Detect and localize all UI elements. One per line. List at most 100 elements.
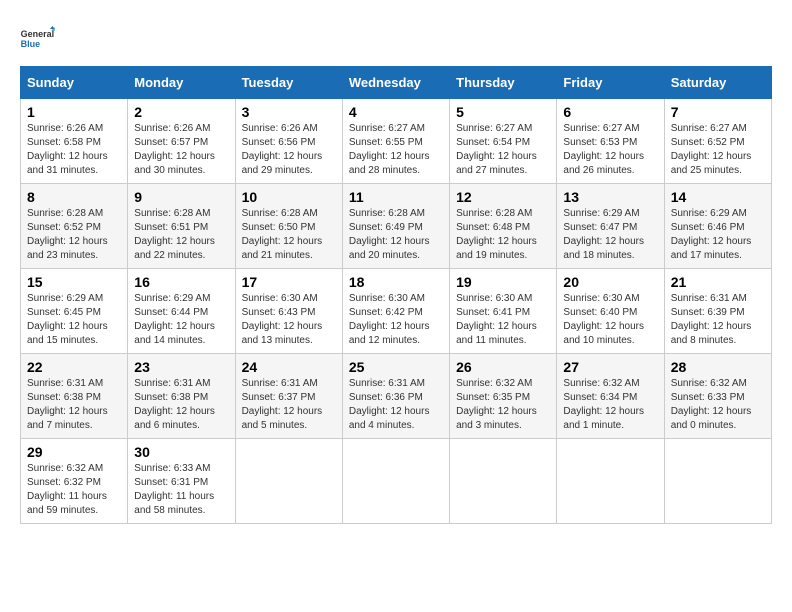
day-number: 28 <box>671 359 765 375</box>
day-detail: Sunrise: 6:29 AM Sunset: 6:46 PM Dayligh… <box>671 207 765 263</box>
day-cell-22: 22 Sunrise: 6:31 AM Sunset: 6:38 PM Dayl… <box>21 354 128 439</box>
day-cell-12: 12 Sunrise: 6:28 AM Sunset: 6:48 PM Dayl… <box>450 184 557 269</box>
day-detail: Sunrise: 6:26 AM Sunset: 6:56 PM Dayligh… <box>242 122 336 178</box>
day-number: 11 <box>349 189 443 205</box>
day-number: 7 <box>671 104 765 120</box>
svg-text:General: General <box>21 29 55 39</box>
day-detail: Sunrise: 6:32 AM Sunset: 6:34 PM Dayligh… <box>563 377 657 433</box>
empty-cell <box>450 439 557 524</box>
logo-svg: General Blue <box>20 20 56 56</box>
empty-cell <box>664 439 771 524</box>
empty-cell <box>557 439 664 524</box>
day-cell-3: 3 Sunrise: 6:26 AM Sunset: 6:56 PM Dayli… <box>235 99 342 184</box>
day-detail: Sunrise: 6:30 AM Sunset: 6:40 PM Dayligh… <box>563 292 657 348</box>
day-detail: Sunrise: 6:31 AM Sunset: 6:36 PM Dayligh… <box>349 377 443 433</box>
day-detail: Sunrise: 6:29 AM Sunset: 6:47 PM Dayligh… <box>563 207 657 263</box>
day-cell-13: 13 Sunrise: 6:29 AM Sunset: 6:47 PM Dayl… <box>557 184 664 269</box>
calendar-week-1: 1 Sunrise: 6:26 AM Sunset: 6:58 PM Dayli… <box>21 99 772 184</box>
page-header: General Blue <box>20 20 772 56</box>
day-cell-29: 29 Sunrise: 6:32 AM Sunset: 6:32 PM Dayl… <box>21 439 128 524</box>
day-number: 1 <box>27 104 121 120</box>
day-cell-23: 23 Sunrise: 6:31 AM Sunset: 6:38 PM Dayl… <box>128 354 235 439</box>
day-cell-25: 25 Sunrise: 6:31 AM Sunset: 6:36 PM Dayl… <box>342 354 449 439</box>
day-number: 10 <box>242 189 336 205</box>
day-number: 2 <box>134 104 228 120</box>
day-detail: Sunrise: 6:28 AM Sunset: 6:50 PM Dayligh… <box>242 207 336 263</box>
day-detail: Sunrise: 6:27 AM Sunset: 6:54 PM Dayligh… <box>456 122 550 178</box>
day-number: 16 <box>134 274 228 290</box>
day-detail: Sunrise: 6:27 AM Sunset: 6:52 PM Dayligh… <box>671 122 765 178</box>
day-number: 27 <box>563 359 657 375</box>
day-detail: Sunrise: 6:28 AM Sunset: 6:49 PM Dayligh… <box>349 207 443 263</box>
day-detail: Sunrise: 6:26 AM Sunset: 6:57 PM Dayligh… <box>134 122 228 178</box>
day-detail: Sunrise: 6:32 AM Sunset: 6:35 PM Dayligh… <box>456 377 550 433</box>
day-cell-28: 28 Sunrise: 6:32 AM Sunset: 6:33 PM Dayl… <box>664 354 771 439</box>
day-number: 29 <box>27 444 121 460</box>
day-detail: Sunrise: 6:30 AM Sunset: 6:41 PM Dayligh… <box>456 292 550 348</box>
day-detail: Sunrise: 6:32 AM Sunset: 6:32 PM Dayligh… <box>27 462 121 518</box>
day-cell-19: 19 Sunrise: 6:30 AM Sunset: 6:41 PM Dayl… <box>450 269 557 354</box>
day-detail: Sunrise: 6:27 AM Sunset: 6:55 PM Dayligh… <box>349 122 443 178</box>
day-number: 14 <box>671 189 765 205</box>
calendar-week-5: 29 Sunrise: 6:32 AM Sunset: 6:32 PM Dayl… <box>21 439 772 524</box>
day-cell-20: 20 Sunrise: 6:30 AM Sunset: 6:40 PM Dayl… <box>557 269 664 354</box>
weekday-header-friday: Friday <box>557 67 664 99</box>
day-number: 3 <box>242 104 336 120</box>
day-number: 8 <box>27 189 121 205</box>
weekday-header-tuesday: Tuesday <box>235 67 342 99</box>
day-detail: Sunrise: 6:30 AM Sunset: 6:42 PM Dayligh… <box>349 292 443 348</box>
calendar-week-3: 15 Sunrise: 6:29 AM Sunset: 6:45 PM Dayl… <box>21 269 772 354</box>
day-cell-4: 4 Sunrise: 6:27 AM Sunset: 6:55 PM Dayli… <box>342 99 449 184</box>
weekday-header-monday: Monday <box>128 67 235 99</box>
header-row: SundayMondayTuesdayWednesdayThursdayFrid… <box>21 67 772 99</box>
day-cell-2: 2 Sunrise: 6:26 AM Sunset: 6:57 PM Dayli… <box>128 99 235 184</box>
day-number: 20 <box>563 274 657 290</box>
day-detail: Sunrise: 6:28 AM Sunset: 6:51 PM Dayligh… <box>134 207 228 263</box>
day-cell-14: 14 Sunrise: 6:29 AM Sunset: 6:46 PM Dayl… <box>664 184 771 269</box>
empty-cell <box>235 439 342 524</box>
day-detail: Sunrise: 6:31 AM Sunset: 6:39 PM Dayligh… <box>671 292 765 348</box>
day-number: 25 <box>349 359 443 375</box>
weekday-header-thursday: Thursday <box>450 67 557 99</box>
day-cell-1: 1 Sunrise: 6:26 AM Sunset: 6:58 PM Dayli… <box>21 99 128 184</box>
day-number: 6 <box>563 104 657 120</box>
day-number: 13 <box>563 189 657 205</box>
day-cell-15: 15 Sunrise: 6:29 AM Sunset: 6:45 PM Dayl… <box>21 269 128 354</box>
day-number: 9 <box>134 189 228 205</box>
day-cell-7: 7 Sunrise: 6:27 AM Sunset: 6:52 PM Dayli… <box>664 99 771 184</box>
day-detail: Sunrise: 6:29 AM Sunset: 6:45 PM Dayligh… <box>27 292 121 348</box>
day-detail: Sunrise: 6:28 AM Sunset: 6:52 PM Dayligh… <box>27 207 121 263</box>
calendar-week-4: 22 Sunrise: 6:31 AM Sunset: 6:38 PM Dayl… <box>21 354 772 439</box>
day-number: 22 <box>27 359 121 375</box>
day-detail: Sunrise: 6:31 AM Sunset: 6:38 PM Dayligh… <box>134 377 228 433</box>
day-detail: Sunrise: 6:31 AM Sunset: 6:38 PM Dayligh… <box>27 377 121 433</box>
weekday-header-sunday: Sunday <box>21 67 128 99</box>
svg-text:Blue: Blue <box>21 39 41 49</box>
day-detail: Sunrise: 6:32 AM Sunset: 6:33 PM Dayligh… <box>671 377 765 433</box>
day-detail: Sunrise: 6:26 AM Sunset: 6:58 PM Dayligh… <box>27 122 121 178</box>
day-number: 12 <box>456 189 550 205</box>
day-detail: Sunrise: 6:33 AM Sunset: 6:31 PM Dayligh… <box>134 462 228 518</box>
day-number: 5 <box>456 104 550 120</box>
weekday-header-wednesday: Wednesday <box>342 67 449 99</box>
day-number: 23 <box>134 359 228 375</box>
weekday-header-saturday: Saturday <box>664 67 771 99</box>
day-cell-17: 17 Sunrise: 6:30 AM Sunset: 6:43 PM Dayl… <box>235 269 342 354</box>
day-detail: Sunrise: 6:27 AM Sunset: 6:53 PM Dayligh… <box>563 122 657 178</box>
day-number: 24 <box>242 359 336 375</box>
day-cell-18: 18 Sunrise: 6:30 AM Sunset: 6:42 PM Dayl… <box>342 269 449 354</box>
day-detail: Sunrise: 6:30 AM Sunset: 6:43 PM Dayligh… <box>242 292 336 348</box>
day-number: 30 <box>134 444 228 460</box>
day-cell-26: 26 Sunrise: 6:32 AM Sunset: 6:35 PM Dayl… <box>450 354 557 439</box>
day-cell-27: 27 Sunrise: 6:32 AM Sunset: 6:34 PM Dayl… <box>557 354 664 439</box>
day-number: 15 <box>27 274 121 290</box>
day-number: 18 <box>349 274 443 290</box>
logo: General Blue <box>20 20 56 56</box>
day-cell-6: 6 Sunrise: 6:27 AM Sunset: 6:53 PM Dayli… <box>557 99 664 184</box>
day-number: 26 <box>456 359 550 375</box>
day-cell-30: 30 Sunrise: 6:33 AM Sunset: 6:31 PM Dayl… <box>128 439 235 524</box>
day-detail: Sunrise: 6:29 AM Sunset: 6:44 PM Dayligh… <box>134 292 228 348</box>
day-number: 17 <box>242 274 336 290</box>
day-cell-10: 10 Sunrise: 6:28 AM Sunset: 6:50 PM Dayl… <box>235 184 342 269</box>
day-detail: Sunrise: 6:31 AM Sunset: 6:37 PM Dayligh… <box>242 377 336 433</box>
